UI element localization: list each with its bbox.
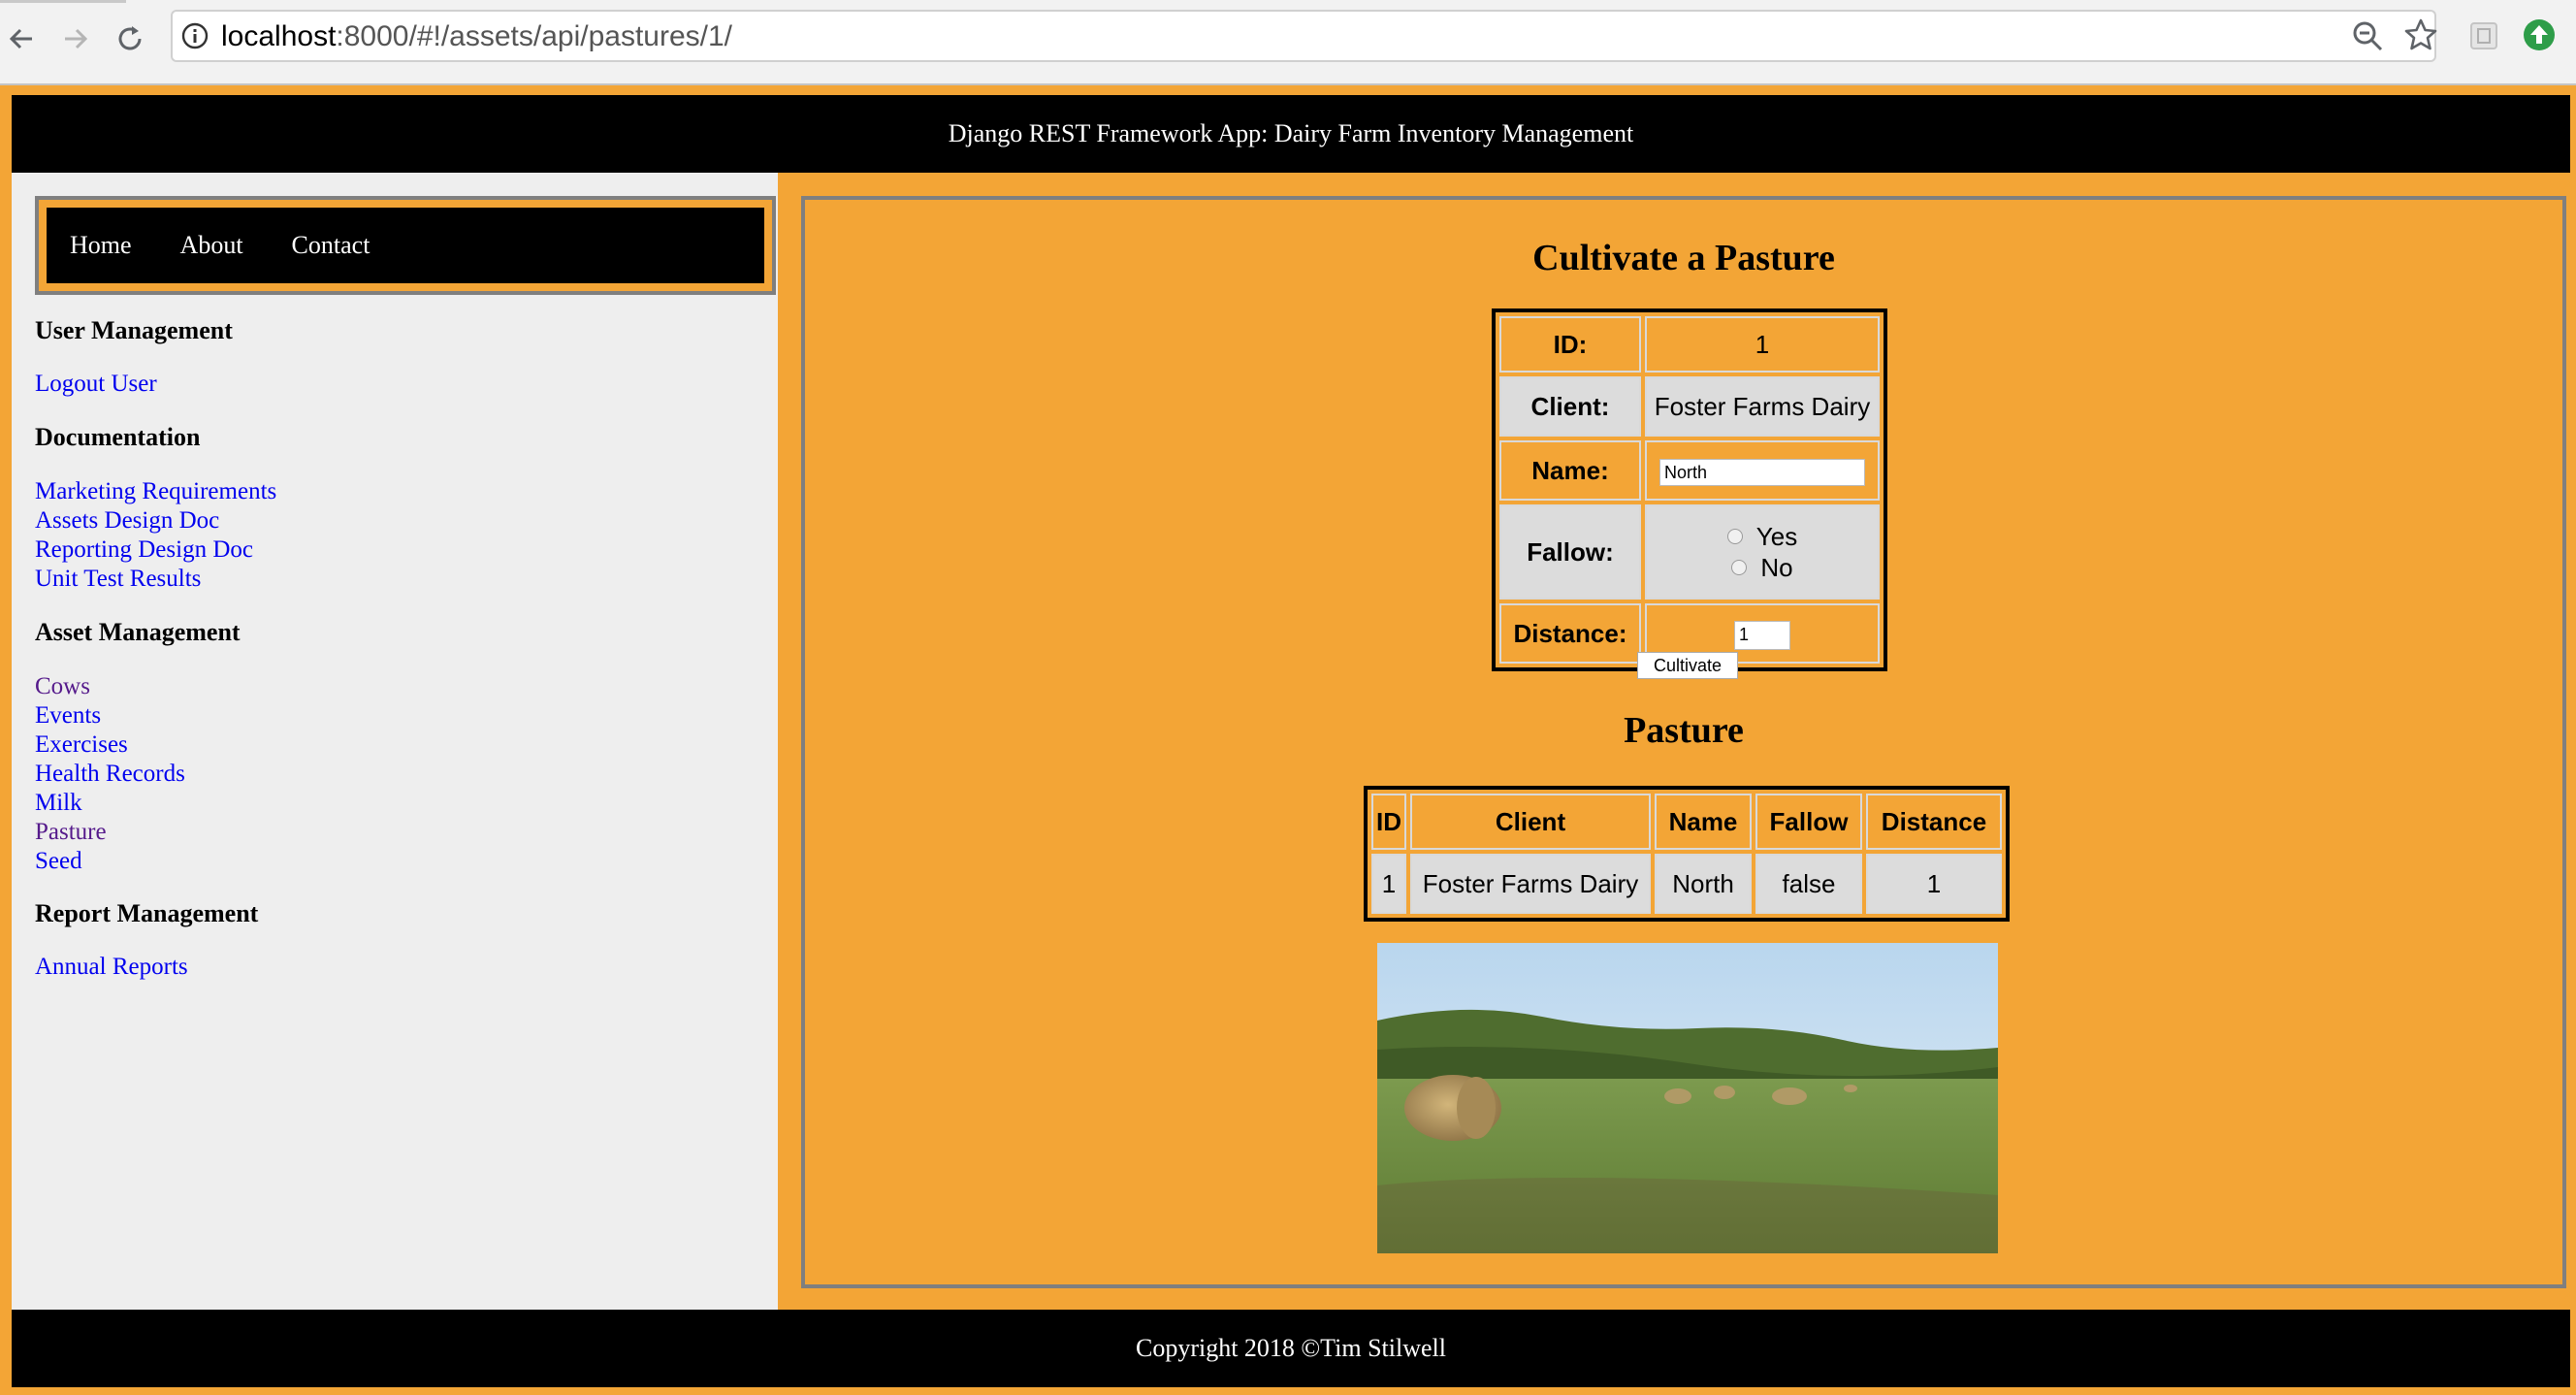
report-management-links: Annual Reports (35, 953, 188, 982)
report-management-section: Report Management (35, 899, 258, 928)
pasture-title: Pasture (1624, 710, 1744, 751)
seed-link[interactable]: Seed (35, 847, 185, 876)
reload-icon[interactable] (109, 17, 151, 60)
nav-contact-link[interactable]: Contact (292, 231, 370, 260)
documentation-heading: Documentation (35, 423, 201, 451)
sidebar: Home About Contact User Management Logou… (12, 173, 778, 1310)
name-input[interactable] (1659, 459, 1865, 487)
cell-distance: 1 (1866, 854, 2002, 914)
asset-management-section: Asset Management (35, 618, 241, 647)
report-management-heading: Report Management (35, 899, 259, 927)
health-records-link[interactable]: Health Records (35, 760, 185, 789)
unit-test-results-link[interactable]: Unit Test Results (35, 565, 276, 594)
pasture-table-header: ID Client Name Fallow Distance (1371, 794, 2002, 850)
cell-client: Foster Farms Dairy (1410, 854, 1651, 914)
asset-management-heading: Asset Management (35, 618, 241, 646)
topnav-frame: Home About Contact (35, 196, 776, 295)
col-distance-header: Distance (1866, 794, 2002, 850)
col-name-header: Name (1655, 794, 1752, 850)
update-icon[interactable] (2522, 17, 2557, 52)
form-title: Cultivate a Pasture (1532, 238, 1835, 278)
marketing-requirements-link[interactable]: Marketing Requirements (35, 477, 276, 506)
documentation-links: Marketing Requirements Assets Design Doc… (35, 477, 276, 594)
fallow-cell: Yes No (1645, 504, 1880, 600)
page: Django REST Framework App: Dairy Farm In… (0, 85, 2576, 1395)
url-text[interactable]: localhost:8000/#!/assets/api/pastures/1/ (221, 19, 732, 54)
annual-reports-link[interactable]: Annual Reports (35, 953, 188, 982)
col-fallow-header: Fallow (1755, 794, 1862, 850)
assets-design-doc-link[interactable]: Assets Design Doc (35, 506, 276, 535)
name-cell (1645, 440, 1880, 501)
logout-user-link[interactable]: Logout User (35, 370, 157, 399)
milk-link[interactable]: Milk (35, 789, 185, 818)
table-row: 1 Foster Farms Dairy North false 1 (1371, 854, 2002, 914)
user-management-links: Logout User (35, 370, 157, 399)
page-header: Django REST Framework App: Dairy Farm In… (12, 95, 2570, 173)
events-link[interactable]: Events (35, 701, 185, 730)
col-id-header: ID (1371, 794, 1406, 850)
form-row-client: Client: Foster Farms Dairy (1499, 376, 1880, 437)
documentation-section: Documentation (35, 423, 200, 452)
fallow-no-radio[interactable] (1731, 560, 1748, 575)
id-value: 1 (1645, 316, 1880, 373)
browser-toolbar: localhost:8000/#!/assets/api/pastures/1/ (0, 0, 2576, 83)
pasture-table: ID Client Name Fallow Distance 1 Foster … (1364, 786, 2010, 922)
pasture-image (1377, 943, 1998, 1253)
col-client-header: Client (1410, 794, 1651, 850)
zoom-icon[interactable] (2351, 19, 2384, 52)
asset-management-links: Cows Events Exercises Health Records Mil… (35, 672, 185, 876)
main-content: Cultivate a Pasture ID: 1 Client: Foster… (801, 196, 2566, 1288)
client-label: Client: (1499, 376, 1641, 437)
forward-icon[interactable] (54, 17, 97, 60)
name-label: Name: (1499, 440, 1641, 501)
client-value: Foster Farms Dairy (1645, 376, 1880, 437)
url-path: :8000/#!/assets/api/pastures/1/ (336, 20, 732, 52)
cell-fallow: false (1755, 854, 1862, 914)
distance-label: Distance: (1499, 603, 1641, 664)
extension-icon[interactable] (2469, 21, 2498, 50)
nav-about-link[interactable]: About (180, 231, 243, 260)
fallow-yes-option[interactable]: Yes (1648, 521, 1877, 552)
user-management-section: User Management (35, 316, 233, 345)
exercises-link[interactable]: Exercises (35, 730, 185, 760)
cultivate-button[interactable]: Cultivate (1637, 652, 1738, 679)
cell-id: 1 (1371, 854, 1406, 914)
copyright-text: Copyright 2018 ©Tim Stilwell (1135, 1334, 1446, 1362)
page-footer: Copyright 2018 ©Tim Stilwell (12, 1310, 2570, 1387)
distance-input[interactable] (1734, 620, 1790, 650)
cows-link[interactable]: Cows (35, 672, 185, 701)
fallow-label: Fallow: (1499, 504, 1641, 600)
bookmark-star-icon[interactable] (2403, 17, 2438, 52)
pasture-link[interactable]: Pasture (35, 818, 185, 847)
tab-strip-edge (0, 0, 126, 3)
fallow-yes-radio[interactable] (1726, 529, 1743, 544)
form-row-id: ID: 1 (1499, 316, 1880, 373)
header-title: Django REST Framework App: Dairy Farm In… (948, 119, 1634, 147)
info-icon[interactable] (180, 21, 209, 50)
form-row-fallow: Fallow: Yes No (1499, 504, 1880, 600)
fallow-yes-label: Yes (1755, 522, 1798, 551)
form-row-name: Name: (1499, 440, 1880, 501)
back-icon[interactable] (0, 17, 43, 60)
fallow-no-label: No (1760, 553, 1793, 582)
cell-name: North (1655, 854, 1752, 914)
user-management-heading: User Management (35, 316, 233, 344)
topnav: Home About Contact (47, 208, 764, 283)
url-host: localhost (221, 20, 337, 52)
address-bar[interactable]: localhost:8000/#!/assets/api/pastures/1/ (171, 10, 2436, 62)
reporting-design-doc-link[interactable]: Reporting Design Doc (35, 535, 276, 565)
fallow-no-option[interactable]: No (1648, 552, 1877, 583)
nav-home-link[interactable]: Home (70, 231, 132, 260)
id-label: ID: (1499, 316, 1641, 373)
cultivate-form-table: ID: 1 Client: Foster Farms Dairy Name: F… (1492, 308, 1887, 671)
